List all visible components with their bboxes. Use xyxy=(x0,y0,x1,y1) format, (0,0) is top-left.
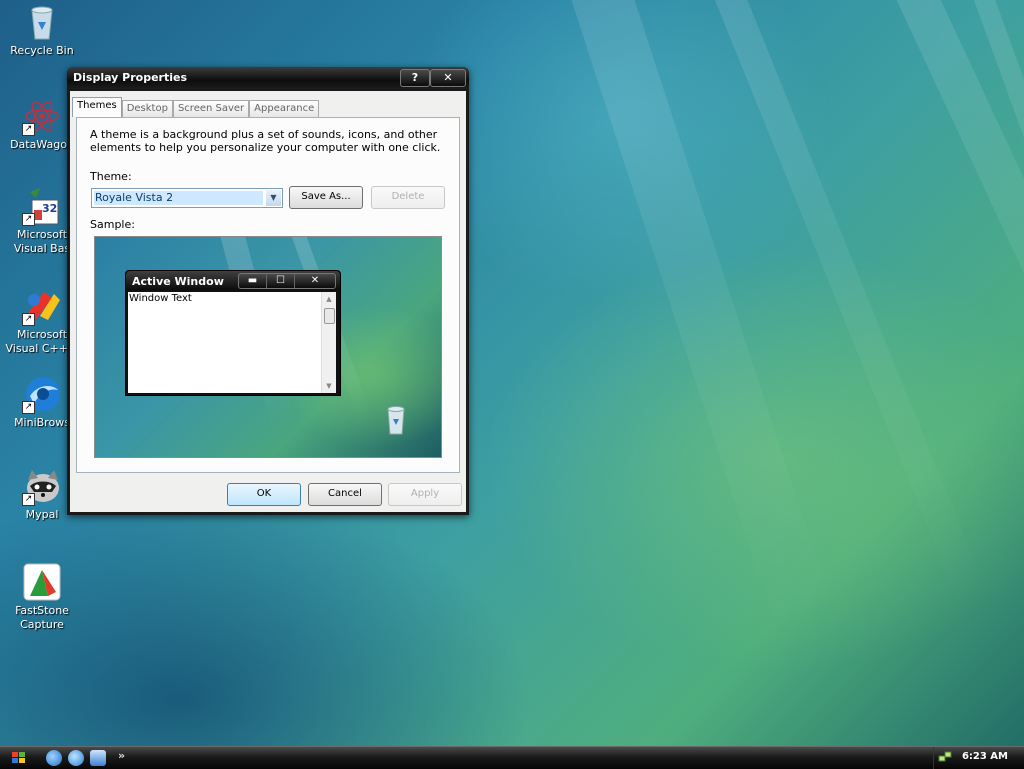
maximize-icon: ☐ xyxy=(267,274,295,288)
apply-button[interactable]: Apply xyxy=(388,483,462,506)
display-properties-window: Display Properties ? ✕ Themes Desktop Sc… xyxy=(67,67,469,515)
tab-themes[interactable]: Themes xyxy=(72,97,122,117)
delete-button[interactable]: Delete xyxy=(371,186,445,209)
shortcut-arrow-icon: ↗ xyxy=(22,123,35,136)
mypal-icon: ↗ xyxy=(22,466,62,506)
system-tray: 6:23 AM xyxy=(933,747,1024,769)
preview-window-text: Window Text xyxy=(129,293,192,304)
scroll-up-icon: ▲ xyxy=(326,295,332,303)
clock[interactable]: 6:23 AM xyxy=(962,751,1008,762)
internet-explorer-icon[interactable] xyxy=(46,750,62,766)
dialog-title: Display Properties xyxy=(73,71,188,84)
close-icon: ✕ xyxy=(310,275,320,286)
quicklaunch-chevron[interactable]: » xyxy=(118,749,125,762)
scroll-thumb xyxy=(324,308,335,324)
shortcut-arrow-icon: ↗ xyxy=(22,213,35,226)
ok-button[interactable]: OK xyxy=(227,483,301,506)
help-button[interactable]: ? xyxy=(400,69,430,87)
theme-preview: Active Window ▬ ☐ ✕ Window Text ▲ ▼ xyxy=(94,236,442,458)
vcpp-icon: ↗ xyxy=(22,286,62,326)
dialog-client: Themes Desktop Screen Saver Appearance A… xyxy=(70,91,466,512)
minimize-icon: ▬ xyxy=(239,274,267,288)
tab-strip: Themes Desktop Screen Saver Appearance xyxy=(72,97,320,117)
taskbar: » 6:23 AM xyxy=(0,746,1024,769)
recycle-bin-icon xyxy=(22,2,62,42)
datawagon-icon: ↗ xyxy=(22,96,62,136)
tab-desktop[interactable]: Desktop xyxy=(121,100,173,117)
minibrowser-quicklaunch-icon[interactable] xyxy=(68,750,84,766)
tab-appearance[interactable]: Appearance xyxy=(249,100,320,117)
desktop-icon-label: FastStone Capture xyxy=(15,604,69,631)
vb-badge: 32 xyxy=(42,202,58,215)
preview-active-window: Active Window ▬ ☐ ✕ Window Text ▲ ▼ xyxy=(125,270,341,396)
theme-dropdown-value: Royale Vista 2 xyxy=(94,191,263,205)
shortcut-arrow-icon: ↗ xyxy=(22,401,35,414)
faststone-icon xyxy=(22,562,62,602)
chevron-down-icon[interactable]: ▼ xyxy=(266,190,281,206)
scroll-down-icon: ▼ xyxy=(326,382,332,390)
dialog-titlebar[interactable]: Display Properties ? ✕ xyxy=(67,67,469,89)
preview-titlebar: Active Window ▬ ☐ ✕ xyxy=(126,271,340,290)
shortcut-arrow-icon: ↗ xyxy=(22,493,35,506)
tab-screen-saver[interactable]: Screen Saver xyxy=(172,100,250,117)
windows-logo-icon xyxy=(12,752,25,763)
theme-description: A theme is a background plus a set of so… xyxy=(90,128,441,154)
save-as-button[interactable]: Save As... xyxy=(289,186,363,209)
shortcut-arrow-icon: ↗ xyxy=(22,313,35,326)
preview-caption-buttons: ▬ ☐ ✕ xyxy=(238,273,336,289)
preview-scrollbar: ▲ ▼ xyxy=(321,292,336,393)
network-icon[interactable] xyxy=(938,750,952,764)
desktop-icon-faststone[interactable]: FastStone Capture xyxy=(4,562,80,632)
close-button[interactable]: ✕ xyxy=(430,69,466,87)
preview-window-title: Active Window xyxy=(132,275,224,288)
desktop-icon-recycle-bin[interactable]: Recycle Bin xyxy=(4,2,80,58)
minibrowser-icon: ↗ xyxy=(22,374,62,414)
preview-window-client: Window Text ▲ ▼ xyxy=(128,292,336,393)
sample-label: Sample: xyxy=(90,218,135,231)
theme-dropdown[interactable]: Royale Vista 2 ▼ xyxy=(91,188,283,208)
start-button[interactable] xyxy=(10,750,28,766)
wallpaper-ray xyxy=(561,0,835,636)
desktop-icon-label: Recycle Bin xyxy=(10,44,74,57)
recycle-bin-icon xyxy=(385,405,407,435)
themes-panel: A theme is a background plus a set of so… xyxy=(76,117,460,473)
cancel-button[interactable]: Cancel xyxy=(308,483,382,506)
vb-icon: 32 ↗ xyxy=(22,186,62,226)
theme-label: Theme: xyxy=(90,170,132,183)
explorer-quicklaunch-icon[interactable] xyxy=(90,750,106,766)
